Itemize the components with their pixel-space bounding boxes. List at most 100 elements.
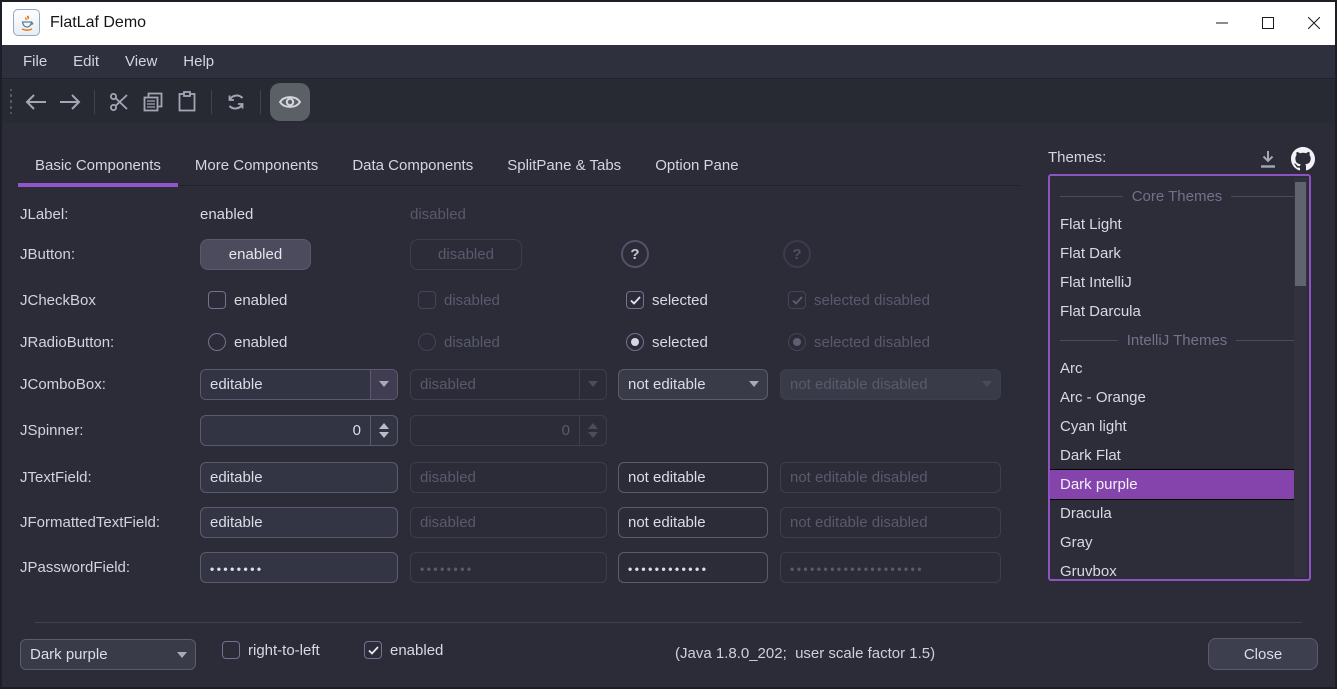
theme-item-flat-dark[interactable]: Flat Dark <box>1050 239 1294 268</box>
radio-circle-selected <box>788 333 806 351</box>
combobox-arrow-button[interactable] <box>370 370 397 399</box>
theme-item-flat-intellij[interactable]: Flat IntelliJ <box>1050 268 1294 297</box>
combobox-arrow-button[interactable] <box>168 640 195 669</box>
toolbar-grip-icon[interactable] <box>7 89 15 115</box>
radio-label: enabled <box>234 334 287 351</box>
tab-splitpane-tabs[interactable]: SplitPane & Tabs <box>490 145 638 186</box>
checkbox-enabled[interactable]: enabled <box>208 291 287 309</box>
menu-edit[interactable]: Edit <box>60 45 112 79</box>
textfield-editable[interactable]: editable <box>200 462 398 493</box>
formattedtextfield-editable[interactable]: editable <box>200 507 398 538</box>
radio-circle <box>418 333 436 351</box>
titlebar: FlatLaf Demo <box>0 0 1337 45</box>
theme-item-dark-flat[interactable]: Dark Flat <box>1050 441 1294 470</box>
combobox-arrow-button <box>973 370 1000 399</box>
paste-icon <box>178 91 196 112</box>
close-window-button[interactable] <box>1291 0 1337 45</box>
menu-view[interactable]: View <box>112 45 170 79</box>
statusbar-separator <box>35 622 1302 623</box>
maximize-icon <box>1262 17 1274 29</box>
radio-enabled[interactable]: enabled <box>208 333 287 351</box>
formattedtextfield-not-editable[interactable]: not editable <box>618 507 768 538</box>
menu-help[interactable]: Help <box>170 45 227 79</box>
theme-item-dracula[interactable]: Dracula <box>1050 499 1294 528</box>
eye-icon <box>278 94 302 110</box>
minimize-button[interactable] <box>1199 0 1245 45</box>
minimize-icon <box>1216 17 1228 29</box>
theme-item-arc[interactable]: Arc <box>1050 354 1294 383</box>
tab-label: Basic Components <box>35 157 161 174</box>
checkbox-selected-disabled: selected disabled <box>788 291 930 309</box>
radio-selected[interactable]: selected <box>626 333 708 351</box>
theme-item-flat-light[interactable]: Flat Light <box>1050 210 1294 239</box>
row-label: JTextField: <box>20 469 200 486</box>
tab-more-components[interactable]: More Components <box>178 145 335 186</box>
combobox-value[interactable]: editable <box>201 370 370 399</box>
window-title: FlatLaf Demo <box>50 14 146 32</box>
combobox-value: not editable <box>619 370 740 399</box>
themes-scrollbar-thumb[interactable] <box>1295 182 1306 286</box>
textfield-disabled: disabled <box>410 462 607 493</box>
spinner-arrows[interactable] <box>370 416 397 445</box>
combobox-editable[interactable]: editable <box>200 369 398 400</box>
show-toggle-button[interactable] <box>270 83 310 121</box>
copy-button[interactable] <box>137 86 169 118</box>
combobox-disabled: disabled <box>410 369 607 400</box>
passwordfield-not-editable[interactable]: •••••••••••• <box>618 552 768 583</box>
java-app-icon <box>13 9 40 36</box>
passwordfield-not-editable-disabled: •••••••••••••••••••• <box>780 552 1001 583</box>
row-label: JFormattedTextField: <box>20 514 200 531</box>
theme-item-arc-orange[interactable]: Arc - Orange <box>1050 383 1294 412</box>
enabled-checkbox[interactable]: enabled <box>364 641 443 659</box>
themes-section-header: IntelliJ Themes <box>1060 326 1294 354</box>
toolbar <box>0 80 1337 123</box>
toolbar-separator <box>94 90 95 114</box>
passwordfield-editable[interactable]: •••••••• <box>200 552 398 583</box>
download-themes-button[interactable] <box>1255 146 1281 172</box>
radio-label: disabled <box>444 334 500 351</box>
help-button[interactable]: ? <box>621 240 649 268</box>
refresh-button[interactable] <box>220 86 252 118</box>
cut-button[interactable] <box>103 86 135 118</box>
themes-section-header: Core Themes <box>1060 182 1294 210</box>
checkbox-label: enabled <box>390 642 443 659</box>
cut-icon <box>109 92 129 112</box>
look-and-feel-combobox[interactable]: Dark purple <box>20 639 196 670</box>
tab-data-components[interactable]: Data Components <box>335 145 490 186</box>
theme-item-gruvbox[interactable]: Gruvbox <box>1050 557 1294 581</box>
themes-scrollbar-track[interactable] <box>1294 178 1307 577</box>
forward-button[interactable] <box>54 86 86 118</box>
jbutton-disabled: disabled <box>410 239 522 270</box>
row-label: JCheckBox <box>20 292 200 309</box>
back-button[interactable] <box>20 86 52 118</box>
combobox-not-editable[interactable]: not editable <box>618 369 768 400</box>
textfield-not-editable[interactable]: not editable <box>618 462 768 493</box>
radio-circle <box>208 333 226 351</box>
checkbox-selected[interactable]: selected <box>626 291 708 309</box>
row-jcombobox: JComboBox: editable disabled not editabl… <box>20 368 1030 400</box>
combobox-arrow-button[interactable] <box>740 370 767 399</box>
maximize-button[interactable] <box>1245 0 1291 45</box>
close-button[interactable]: Close <box>1208 638 1318 670</box>
tab-basic-components[interactable]: Basic Components <box>18 145 178 186</box>
radio-label: selected <box>652 334 708 351</box>
menubar: File Edit View Help <box>0 45 1337 79</box>
radio-label: selected disabled <box>814 334 930 351</box>
theme-item-dark-purple-selected[interactable]: Dark purple <box>1050 470 1294 499</box>
textfield-not-editable-disabled: not editable disabled <box>780 462 1001 493</box>
theme-item-cyan-light[interactable]: Cyan light <box>1050 412 1294 441</box>
themes-list[interactable]: Core Themes Flat Light Flat Dark Flat In… <box>1048 174 1311 581</box>
combobox-value: Dark purple <box>21 640 168 669</box>
row-label: JRadioButton: <box>20 334 200 351</box>
right-to-left-checkbox[interactable]: right-to-left <box>222 641 320 659</box>
window-controls <box>1199 0 1337 45</box>
paste-button[interactable] <box>171 86 203 118</box>
theme-item-flat-darcula[interactable]: Flat Darcula <box>1050 297 1294 326</box>
github-button[interactable] <box>1290 146 1316 172</box>
theme-item-gray[interactable]: Gray <box>1050 528 1294 557</box>
spinner-enabled[interactable]: 0 <box>200 415 398 446</box>
tab-option-pane[interactable]: Option Pane <box>638 145 755 186</box>
jbutton-enabled[interactable]: enabled <box>200 239 311 270</box>
spinner-value[interactable]: 0 <box>201 416 370 445</box>
menu-file[interactable]: File <box>10 45 60 79</box>
